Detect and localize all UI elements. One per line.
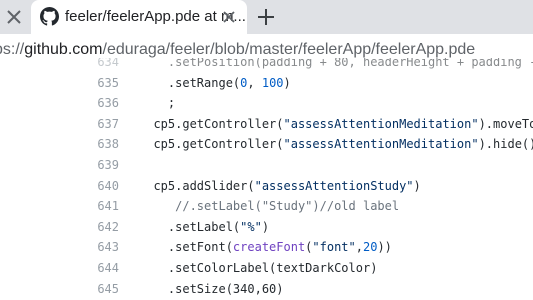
code-string: "assessAttentionMeditation" bbox=[283, 137, 479, 152]
code-text: .setPosition(padding + 80, headerHeight … bbox=[139, 58, 533, 72]
code-text: .setSize(340,60) bbox=[139, 279, 284, 299]
code-string: "font" bbox=[312, 240, 356, 255]
github-icon bbox=[40, 7, 59, 26]
code-line: 643 .setFont(createFont("font",20)) bbox=[0, 237, 533, 257]
code-text: .setColorLabel(textDarkColor) bbox=[139, 258, 378, 278]
code-segment: ) bbox=[261, 219, 270, 234]
code-segment: .setRange( bbox=[139, 75, 241, 90]
line-number[interactable]: 642 bbox=[0, 217, 119, 237]
tab-close-icon[interactable] bbox=[219, 7, 239, 27]
code-text: cp5.getController("assessAttentionMedita… bbox=[139, 134, 533, 154]
code-line: 640 cp5.addSlider("assessAttentionStudy"… bbox=[0, 176, 533, 196]
line-number[interactable]: 645 bbox=[0, 279, 119, 299]
code-view: 634 .setPosition(padding + 80, headerHei… bbox=[0, 58, 533, 300]
code-string: "assessAttentionStudy" bbox=[254, 178, 414, 193]
code-line: 644 .setColorLabel(textDarkColor) bbox=[0, 258, 533, 278]
code-text: cp5.addSlider("assessAttentionStudy") bbox=[139, 176, 421, 196]
code-segment: , bbox=[355, 240, 363, 255]
code-segment: ) bbox=[413, 178, 421, 193]
line-number[interactable]: 643 bbox=[0, 237, 119, 257]
new-tab-plus-icon[interactable] bbox=[254, 5, 278, 29]
code-line: 634 .setPosition(padding + 80, headerHei… bbox=[0, 58, 533, 72]
code-segment: .setColorLabel(textDarkColor) bbox=[139, 261, 378, 275]
line-number[interactable]: 644 bbox=[0, 258, 119, 278]
code-comment: //.setLabel("Study")//old label bbox=[175, 199, 400, 214]
line-number[interactable]: 635 bbox=[0, 73, 119, 93]
line-number[interactable]: 640 bbox=[0, 176, 119, 196]
code-segment: cp5.addSlider( bbox=[139, 178, 255, 193]
code-number: 100 bbox=[261, 75, 284, 90]
code-line: 636 ; bbox=[0, 93, 533, 113]
code-segment: .setSize(340,60) bbox=[139, 281, 284, 296]
code-line: 641 //.setLabel("Study")//old label bbox=[0, 196, 533, 216]
code-segment: )) bbox=[377, 240, 392, 255]
line-number[interactable]: 638 bbox=[0, 134, 119, 154]
line-number[interactable]: 641 bbox=[0, 196, 119, 216]
code-function: createFont bbox=[232, 240, 306, 255]
url-host: github.com bbox=[24, 41, 103, 58]
code-line: 635 .setRange(0, 100) bbox=[0, 73, 533, 93]
code-line: 639 bbox=[0, 155, 533, 175]
line-number[interactable]: 636 bbox=[0, 93, 119, 113]
code-segment: ).moveTo("glo bbox=[478, 116, 533, 131]
code-text: .setLabel("%") bbox=[139, 217, 269, 237]
code-segment: .setPosition(padding + 80, headerHeight … bbox=[139, 58, 533, 69]
code-segment: ).hide(); bbox=[478, 137, 533, 152]
code-segment: cp5.getController( bbox=[139, 137, 284, 152]
code-segment: , bbox=[247, 75, 262, 90]
code-line: 642 .setLabel("%") bbox=[0, 217, 533, 237]
code-text: .setFont(createFont("font",20)) bbox=[139, 237, 392, 257]
code-line: 637 cp5.getController("assessAttentionMe… bbox=[0, 114, 533, 134]
code-text: .setRange(0, 100) bbox=[139, 73, 291, 93]
code-number: 20 bbox=[363, 240, 378, 255]
line-number[interactable]: 634 bbox=[0, 58, 119, 72]
code-line: 645 .setSize(340,60) bbox=[0, 279, 533, 299]
code-segment: .setLabel( bbox=[139, 219, 241, 234]
url-text[interactable]: ps://github.com/eduraga/feeler/blob/mast… bbox=[0, 41, 475, 59]
code-text: ; bbox=[139, 93, 175, 113]
code-line: 638 cp5.getController("assessAttentionMe… bbox=[0, 134, 533, 154]
code-segment: .setFont( bbox=[139, 240, 233, 255]
code-segment: ) bbox=[283, 75, 291, 90]
browser-tab[interactable]: feeler/feelerApp.pde at m... bbox=[31, 0, 247, 34]
code-text: //.setLabel("Study")//old label bbox=[139, 196, 399, 216]
line-number[interactable]: 639 bbox=[0, 155, 119, 175]
code-string: "%" bbox=[240, 219, 262, 234]
close-icon[interactable] bbox=[3, 6, 25, 28]
tab-strip: feeler/feelerApp.pde at m... bbox=[0, 0, 533, 34]
line-number[interactable]: 637 bbox=[0, 114, 119, 134]
url-path: /eduraga/feeler/blob/master/feelerApp/fe… bbox=[102, 41, 476, 58]
url-scheme: ps:// bbox=[0, 41, 25, 58]
code-text: cp5.getController("assessAttentionMedita… bbox=[139, 114, 533, 134]
code-segment: ; bbox=[139, 96, 176, 111]
code-string: "assessAttentionMeditation" bbox=[283, 116, 479, 131]
code-segment: cp5.getController( bbox=[139, 116, 284, 131]
